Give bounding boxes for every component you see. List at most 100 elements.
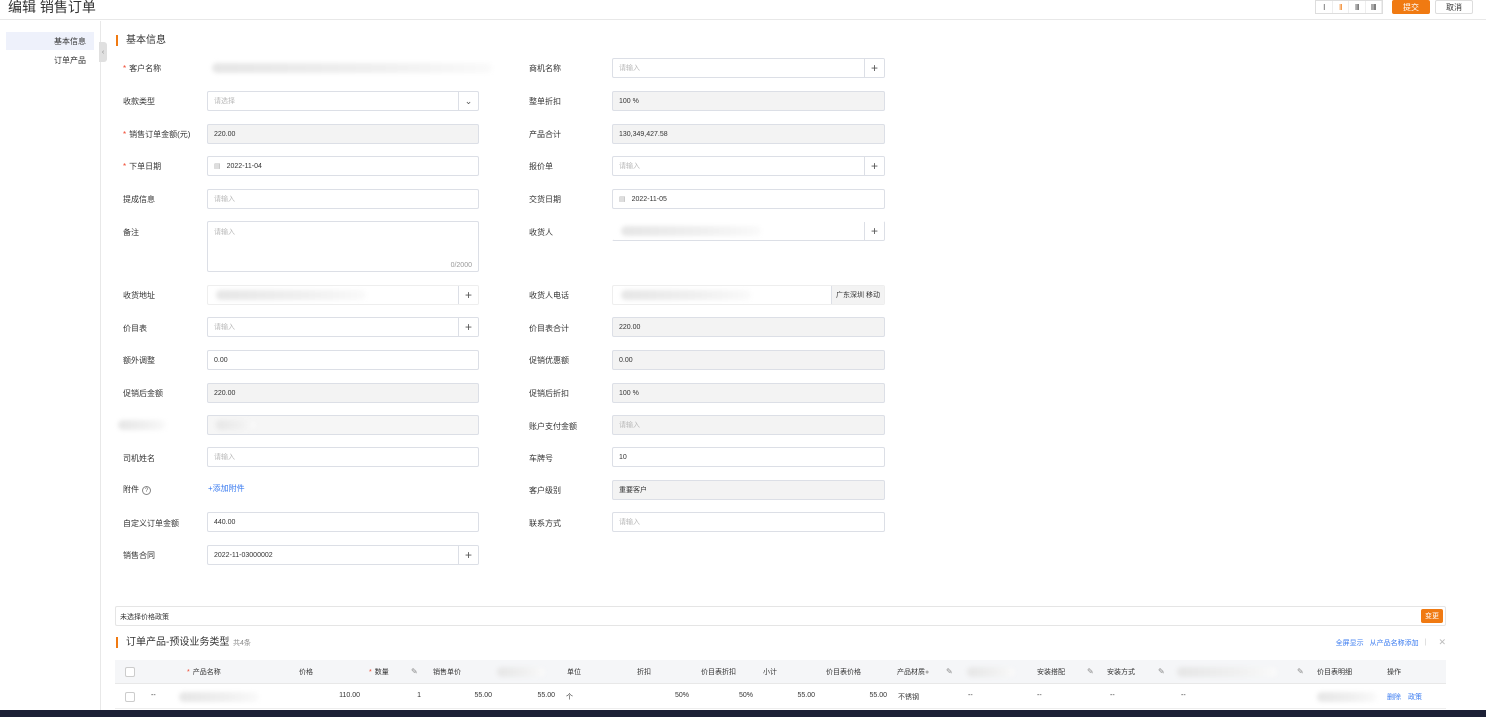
field-label-opportunity-name: 商机名称 xyxy=(529,64,561,73)
help-icon[interactable]: ? xyxy=(142,486,151,495)
consignee-phone-redacted xyxy=(621,290,751,300)
amount-after-promo-field: 220.00 xyxy=(207,383,479,403)
redacted-column-header xyxy=(497,667,545,677)
layout-1-column-button[interactable]: I xyxy=(1316,1,1333,13)
row-policy-link[interactable]: 政策 xyxy=(1408,692,1422,702)
opportunity-name-input[interactable]: 请输入 + xyxy=(612,58,885,78)
add-contract-button[interactable]: + xyxy=(458,546,478,564)
custom-order-amount-input[interactable]: 440.00 xyxy=(207,512,479,532)
field-label-total-discount: 整单折扣 xyxy=(529,97,561,106)
sidebar-item-order-products[interactable]: 订单产品 xyxy=(6,51,94,69)
add-address-button[interactable]: + xyxy=(458,286,478,304)
commission-info-input[interactable]: 请输入 xyxy=(207,189,479,209)
section-title-order-products: 订单产品-预设业务类型 xyxy=(116,637,229,648)
column-header-install-method: 安装方式 xyxy=(1107,669,1135,676)
sidebar-collapse-handle[interactable]: ‹ xyxy=(99,42,107,62)
add-opportunity-button[interactable]: + xyxy=(864,59,884,77)
field-label-discount-after-promo: 促销后折扣 xyxy=(529,389,569,398)
shipping-address-input[interactable]: + xyxy=(207,285,479,305)
payment-type-select[interactable]: 请选择 ⌄ xyxy=(207,91,479,111)
layout-4-column-button[interactable]: IIII xyxy=(1366,1,1382,13)
products-section-header: 订单产品-预设业务类型 共4条 全屏显示 从产品名称添加 | ✕ xyxy=(115,637,1446,651)
edit-icon[interactable]: ✎ xyxy=(1158,667,1165,676)
chevron-down-icon[interactable]: ⌄ xyxy=(458,92,478,110)
field-label-account-payment: 账户支付金额 xyxy=(529,422,577,431)
products-count: 共4条 xyxy=(233,640,251,647)
cell-pricelist-discount: 50% xyxy=(738,692,753,699)
cell-quantity: 1 xyxy=(417,692,421,699)
field-label-customer-level: 客户级别 xyxy=(529,486,561,495)
redacted-value xyxy=(216,420,256,430)
column-header-material: 产品材质● xyxy=(897,669,930,676)
customer-level-field: 重要客户 xyxy=(612,480,885,500)
product-name-redacted xyxy=(179,692,259,702)
cell-unit: 个 xyxy=(566,694,573,701)
contact-input[interactable]: 请输入 xyxy=(612,512,885,532)
redacted-label xyxy=(118,420,166,430)
field-label-consignee-phone: 收货人电话 xyxy=(529,291,569,300)
redacted-field xyxy=(207,415,479,435)
quote-input[interactable]: 请输入 + xyxy=(612,156,885,176)
cancel-button[interactable]: 取消 xyxy=(1435,0,1473,14)
column-header-sale-price: 销售单价 xyxy=(433,669,461,676)
add-quote-button[interactable]: + xyxy=(864,157,884,175)
consignee-input[interactable]: + xyxy=(612,221,885,241)
bottom-taskbar-strip xyxy=(0,710,1486,717)
extra-adjust-input[interactable]: 0.00 xyxy=(207,350,479,370)
column-header-subtotal: 小计 xyxy=(763,669,777,676)
cell-subtotal: 55.00 xyxy=(797,692,815,699)
driver-name-input[interactable]: 请输入 xyxy=(207,447,479,467)
sidebar: 基本信息 订单产品 xyxy=(0,21,101,717)
delete-row-link[interactable]: 删除 xyxy=(1387,692,1401,702)
column-header-price: 价格 xyxy=(299,669,313,676)
consignee-phone-input[interactable]: 广东深圳 移动 xyxy=(612,285,885,305)
delivery-date-picker[interactable]: ▤ 2022-11-05 xyxy=(612,189,885,209)
layout-switcher[interactable]: I II III IIII xyxy=(1315,0,1383,14)
price-list-total-field: 220.00 xyxy=(612,317,885,337)
field-label-remark: 备注 xyxy=(123,228,139,237)
add-price-list-button[interactable]: + xyxy=(458,318,478,336)
price-policy-bar: 未选择价格政策 变更 xyxy=(115,606,1446,626)
sales-contract-input[interactable]: 2022-11-03000002 + xyxy=(207,545,479,565)
table-header-row: * 产品名称 价格 * 数量 ✎ 销售单价 单位 折扣 价目表折扣 小计 价目表价格… xyxy=(115,660,1446,684)
row-cell: -- xyxy=(1181,692,1186,699)
field-label-sales-contract: 销售合同 xyxy=(123,551,155,560)
layout-2-column-button[interactable]: II xyxy=(1333,1,1349,13)
field-label-order-amount: * 销售订单金额(元) xyxy=(123,130,191,139)
add-from-name-link[interactable]: 从产品名称添加 xyxy=(1370,638,1419,648)
discount-after-promo-field: 100 % xyxy=(612,383,885,403)
remark-textarea[interactable]: 请输入 0/2000 xyxy=(207,221,479,272)
field-label-delivery-date: 交货日期 xyxy=(529,195,561,204)
field-label-driver-name: 司机姓名 xyxy=(123,454,155,463)
select-all-checkbox[interactable] xyxy=(125,667,135,677)
field-label-plate-number: 车牌号 xyxy=(529,454,553,463)
submit-button[interactable]: 提交 xyxy=(1392,0,1430,14)
column-header-quantity: * 数量 xyxy=(369,669,389,676)
edit-icon[interactable]: ✎ xyxy=(411,667,418,676)
layout-3-column-button[interactable]: III xyxy=(1349,1,1366,13)
cell-price: 110.00 xyxy=(339,692,360,699)
column-header-actions: 操作 xyxy=(1387,669,1401,676)
cell-discount: 50% xyxy=(674,692,689,699)
edit-icon[interactable]: ✎ xyxy=(1297,667,1304,676)
close-icon[interactable]: ✕ xyxy=(1438,637,1446,648)
change-policy-button[interactable]: 变更 xyxy=(1421,609,1443,623)
order-date-picker[interactable]: ▤ 2022-11-04 xyxy=(207,156,479,176)
price-list-input[interactable]: 请输入 + xyxy=(207,317,479,337)
info-icon: ● xyxy=(925,669,930,676)
cell-sale-price: 55.00 xyxy=(474,692,492,699)
full-screen-link[interactable]: 全屏显示 xyxy=(1336,638,1364,648)
add-attachment-link[interactable]: +添加附件 xyxy=(208,483,245,494)
field-label-attachment: 附件? xyxy=(123,484,151,495)
sidebar-item-basic-info[interactable]: 基本信息 xyxy=(6,32,94,50)
edit-icon[interactable]: ✎ xyxy=(1087,667,1094,676)
add-consignee-button[interactable]: + xyxy=(864,222,884,240)
edit-icon[interactable]: ✎ xyxy=(946,667,953,676)
row-cell: -- xyxy=(968,692,973,699)
field-label-product-total: 产品合计 xyxy=(529,130,561,139)
row-checkbox[interactable] xyxy=(125,692,135,702)
plate-number-input[interactable]: 10 xyxy=(612,447,885,467)
column-header-pricelist-price: 价目表价格 xyxy=(826,669,861,676)
products-table: * 产品名称 价格 * 数量 ✎ 销售单价 单位 折扣 价目表折扣 小计 价目表价格… xyxy=(115,660,1446,710)
column-header-name: * 产品名称 xyxy=(187,669,221,676)
